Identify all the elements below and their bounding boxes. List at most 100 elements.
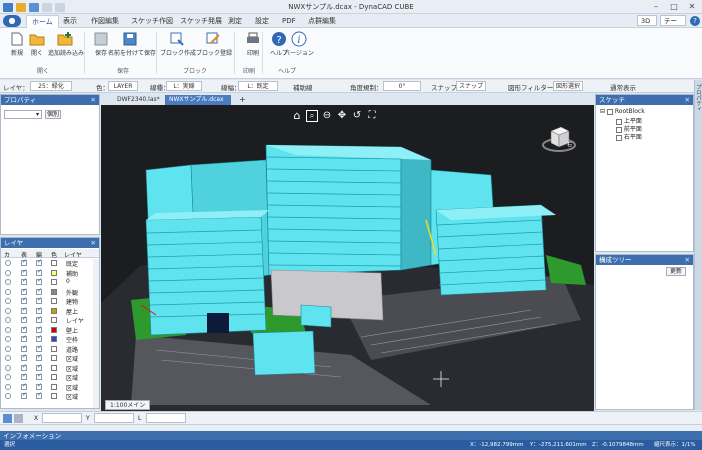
angle-select[interactable]: 0° bbox=[383, 81, 421, 91]
current-radio[interactable] bbox=[5, 317, 11, 323]
layer-color-swatch[interactable] bbox=[51, 326, 57, 333]
visible-checkbox[interactable] bbox=[21, 391, 27, 399]
editable-checkbox[interactable] bbox=[36, 277, 42, 285]
tab-settings[interactable]: 設定 bbox=[250, 15, 274, 28]
layer-color-swatch[interactable] bbox=[51, 383, 57, 390]
visible-checkbox[interactable] bbox=[21, 372, 27, 380]
3d-viewport[interactable]: ⌂ ⌕ ⊖ ✥ ↺ ⛶ 右 1:100メイン bbox=[101, 105, 594, 411]
editable-checkbox[interactable] bbox=[36, 306, 42, 314]
layer-color-swatch[interactable] bbox=[51, 298, 57, 304]
current-radio[interactable] bbox=[5, 288, 11, 295]
layer-color-swatch[interactable] bbox=[51, 345, 57, 352]
snap-select[interactable]: スナップ bbox=[456, 81, 486, 91]
view-mode-select[interactable]: 3D bbox=[637, 15, 657, 26]
layer-row[interactable]: 区域 bbox=[3, 382, 97, 392]
panel-close-icon[interactable]: ✕ bbox=[685, 95, 690, 105]
additional-load-button[interactable]: 追加読み込み bbox=[48, 31, 84, 61]
block-register-button[interactable]: ブロック登録 bbox=[196, 31, 232, 61]
layer-row[interactable]: 区域 bbox=[3, 391, 97, 401]
minimize-button[interactable]: – bbox=[648, 1, 664, 13]
tree-checkbox[interactable] bbox=[606, 108, 613, 115]
x-input[interactable] bbox=[42, 413, 82, 423]
l-input[interactable] bbox=[146, 413, 186, 423]
current-radio[interactable] bbox=[5, 269, 11, 276]
tab-pdf[interactable]: PDF bbox=[277, 15, 301, 28]
current-radio[interactable] bbox=[5, 307, 11, 314]
visible-checkbox[interactable] bbox=[21, 268, 27, 276]
tab-measure[interactable]: 測定 bbox=[223, 15, 247, 28]
current-radio[interactable] bbox=[5, 364, 11, 371]
tab-pointcloud-edit[interactable]: 点群編集 bbox=[303, 15, 341, 28]
right-dock-strip[interactable]: プロパティ bbox=[694, 80, 702, 410]
zoom-window-icon[interactable]: ⌕ bbox=[306, 110, 318, 122]
current-radio[interactable] bbox=[5, 345, 11, 352]
visible-checkbox[interactable] bbox=[21, 277, 27, 285]
visible-checkbox[interactable] bbox=[21, 315, 27, 323]
layer-color-swatch[interactable] bbox=[51, 317, 57, 323]
visible-checkbox[interactable] bbox=[21, 353, 27, 361]
layer-color-swatch[interactable] bbox=[51, 288, 57, 295]
layer-color-swatch[interactable] bbox=[51, 364, 57, 371]
layer-row[interactable]: 外観 bbox=[3, 287, 97, 297]
theme-select[interactable]: テーマ bbox=[660, 15, 686, 35]
editable-checkbox[interactable] bbox=[36, 372, 42, 380]
y-input[interactable] bbox=[94, 413, 134, 423]
visible-checkbox[interactable] bbox=[21, 363, 27, 371]
current-radio[interactable] bbox=[5, 279, 11, 285]
tab-home[interactable]: ホーム bbox=[26, 15, 59, 28]
current-radio[interactable] bbox=[5, 326, 11, 333]
editable-checkbox[interactable] bbox=[36, 287, 42, 295]
layer-color-swatch[interactable] bbox=[51, 336, 57, 342]
command-icon[interactable] bbox=[14, 414, 23, 423]
display-mode-label[interactable]: 通常表示 bbox=[610, 82, 636, 92]
save-as-button[interactable]: 名前を付けて保存 bbox=[108, 31, 156, 61]
layer-row[interactable]: 屋上 bbox=[3, 306, 97, 316]
visible-checkbox[interactable] bbox=[21, 258, 27, 266]
panel-close-icon[interactable]: ✕ bbox=[91, 95, 96, 105]
visible-checkbox[interactable] bbox=[21, 382, 27, 390]
tree-item-root[interactable]: ⊟ RootBlock bbox=[600, 108, 645, 115]
lineweight-select[interactable]: L：既定 bbox=[238, 81, 278, 91]
layout-tab[interactable]: 1:100メイン bbox=[105, 400, 151, 410]
zoom-out-icon[interactable]: ⊖ bbox=[321, 110, 333, 122]
panel-close-icon[interactable]: ✕ bbox=[685, 255, 690, 265]
properties-select[interactable]: ▾ bbox=[4, 110, 42, 119]
layer-row[interactable]: 既定 bbox=[3, 258, 97, 268]
panel-close-icon[interactable]: ✕ bbox=[91, 238, 96, 248]
current-radio[interactable] bbox=[5, 260, 11, 266]
color-select[interactable]: LAYER bbox=[108, 81, 138, 91]
current-radio[interactable] bbox=[5, 393, 11, 399]
layer-color-swatch[interactable] bbox=[51, 307, 57, 314]
doc-tab-active[interactable]: NWXサンプル.dcax bbox=[165, 95, 231, 105]
collapse-icon[interactable]: ⊟ bbox=[600, 108, 605, 115]
layer-row[interactable]: 区域 bbox=[3, 353, 97, 363]
close-button[interactable]: ✕ bbox=[684, 1, 700, 13]
editable-checkbox[interactable] bbox=[36, 325, 42, 333]
home-view-icon[interactable]: ⌂ bbox=[291, 110, 303, 122]
doc-tab-pointcloud[interactable]: DWF2340.las* bbox=[113, 95, 164, 105]
current-radio[interactable] bbox=[5, 374, 11, 380]
update-button[interactable]: 更新 bbox=[666, 267, 686, 276]
visible-checkbox[interactable] bbox=[21, 287, 27, 295]
layer-row[interactable]: 道路 bbox=[3, 344, 97, 354]
current-radio[interactable] bbox=[5, 336, 11, 342]
editable-checkbox[interactable] bbox=[36, 344, 42, 352]
layer-row[interactable]: 0 bbox=[3, 277, 97, 287]
editable-checkbox[interactable] bbox=[36, 296, 42, 304]
aux-line-label[interactable]: 補助線 bbox=[293, 82, 313, 92]
individual-button[interactable]: 個別 bbox=[45, 110, 61, 119]
editable-checkbox[interactable] bbox=[36, 258, 42, 266]
editable-checkbox[interactable] bbox=[36, 268, 42, 276]
editable-checkbox[interactable] bbox=[36, 382, 42, 390]
visible-checkbox[interactable] bbox=[21, 334, 27, 342]
current-radio[interactable] bbox=[5, 298, 11, 304]
layer-color-swatch[interactable] bbox=[51, 374, 57, 380]
view-cube[interactable]: 右 bbox=[541, 121, 577, 157]
layer-row[interactable]: 壁上 bbox=[3, 325, 97, 335]
editable-checkbox[interactable] bbox=[36, 334, 42, 342]
rotate-icon[interactable]: ↺ bbox=[351, 110, 363, 122]
layer-select[interactable]: 25：緑化 bbox=[30, 81, 72, 91]
layer-color-swatch[interactable] bbox=[51, 269, 57, 276]
command-icon[interactable] bbox=[3, 414, 12, 423]
maximize-button[interactable]: □ bbox=[666, 1, 682, 13]
